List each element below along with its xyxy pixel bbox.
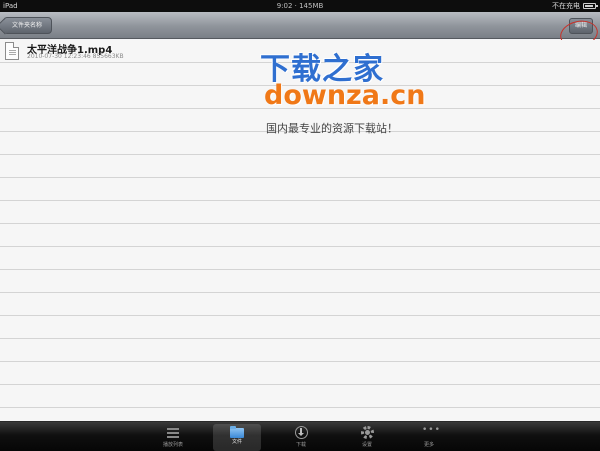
watermark-slogan: 国内最专业的资源下载站！ [266,122,398,135]
back-button-label: 文件夹名称 [12,22,43,29]
more-icon: ••• [422,425,441,435]
folder-icon [230,426,244,438]
tab-label: 播放列表 [162,442,183,448]
download-icon [294,426,308,439]
tab-playlist[interactable]: 播放列表 [149,424,197,451]
tab-bar: 播放列表 文件 下载 设置 ••• 更多 [0,421,600,451]
tab-more[interactable]: ••• 更多 [405,424,453,451]
tab-label: 设置 [361,442,372,448]
charge-status: 不在充电 [552,2,580,10]
file-meta: 2010-07-30 12:23:46 855663KB [27,53,124,60]
file-size: 855663KB [92,53,124,60]
battery-icon [583,3,598,9]
tab-label: 文件 [231,439,242,445]
document-icon [5,42,19,60]
file-date: 2010-07-30 12:23:46 [27,53,91,60]
status-time: 9:02 · 145MB [276,2,324,10]
file-list[interactable]: 太平洋战争1.mp4 2010-07-30 12:23:46 855663KB … [0,40,600,421]
tab-files[interactable]: 文件 [213,424,261,451]
tab-label: 下载 [295,442,306,448]
navigation-bar: 文件夹名称 编辑 [0,12,600,51]
watermark-domain: downza.cn [264,80,426,111]
list-icon [166,426,180,439]
watermark: 下载之家 downza.cn 国内最专业的资源下载站！ [240,44,440,135]
status-bar: iPad 9:02 · 145MB 不在充电 [0,0,600,12]
tab-download[interactable]: 下载 [277,424,325,451]
tab-settings[interactable]: 设置 [343,424,391,451]
back-button[interactable]: 文件夹名称 [4,17,52,34]
tab-label: 更多 [423,442,434,448]
gear-icon [360,426,374,439]
